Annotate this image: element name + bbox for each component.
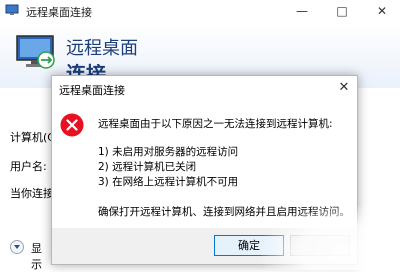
screen-glare-overlay bbox=[262, 206, 400, 270]
dialog-close-button[interactable]: ✕ bbox=[334, 78, 354, 98]
window-title: 远程桌面连接 bbox=[26, 6, 92, 19]
computer-label: 计算机(C bbox=[10, 131, 55, 144]
window-titlebar[interactable]: 远程桌面连接 — □ ✕ bbox=[0, 0, 400, 22]
username-label: 用户名: bbox=[10, 160, 47, 173]
chevron-down-icon[interactable] bbox=[10, 240, 24, 254]
dialog-title: 远程桌面连接 bbox=[59, 84, 125, 97]
error-message-heading: 远程桌面由于以下原因之一无法连接到远程计算机: bbox=[98, 118, 333, 130]
close-button[interactable]: ✕ bbox=[362, 0, 400, 22]
maximize-button[interactable]: □ bbox=[322, 0, 362, 22]
dialog-titlebar[interactable]: 远程桌面连接 ✕ bbox=[52, 76, 357, 100]
connect-prompt-text: 当你连接 bbox=[10, 187, 54, 200]
remote-desktop-monitor-icon bbox=[16, 35, 55, 69]
reason-item: 3) 在网络上远程计算机不可用 bbox=[98, 176, 239, 188]
reason-item: 2) 远程计算机已关闭 bbox=[98, 161, 197, 173]
minimize-button[interactable]: — bbox=[282, 0, 322, 22]
show-options-label[interactable]: 显示 bbox=[31, 240, 42, 272]
remote-desktop-icon bbox=[5, 4, 19, 15]
error-icon bbox=[60, 113, 84, 137]
banner-title: 远程桌面 bbox=[66, 38, 138, 59]
reason-item: 1) 未启用对服务器的远程访问 bbox=[98, 146, 239, 158]
